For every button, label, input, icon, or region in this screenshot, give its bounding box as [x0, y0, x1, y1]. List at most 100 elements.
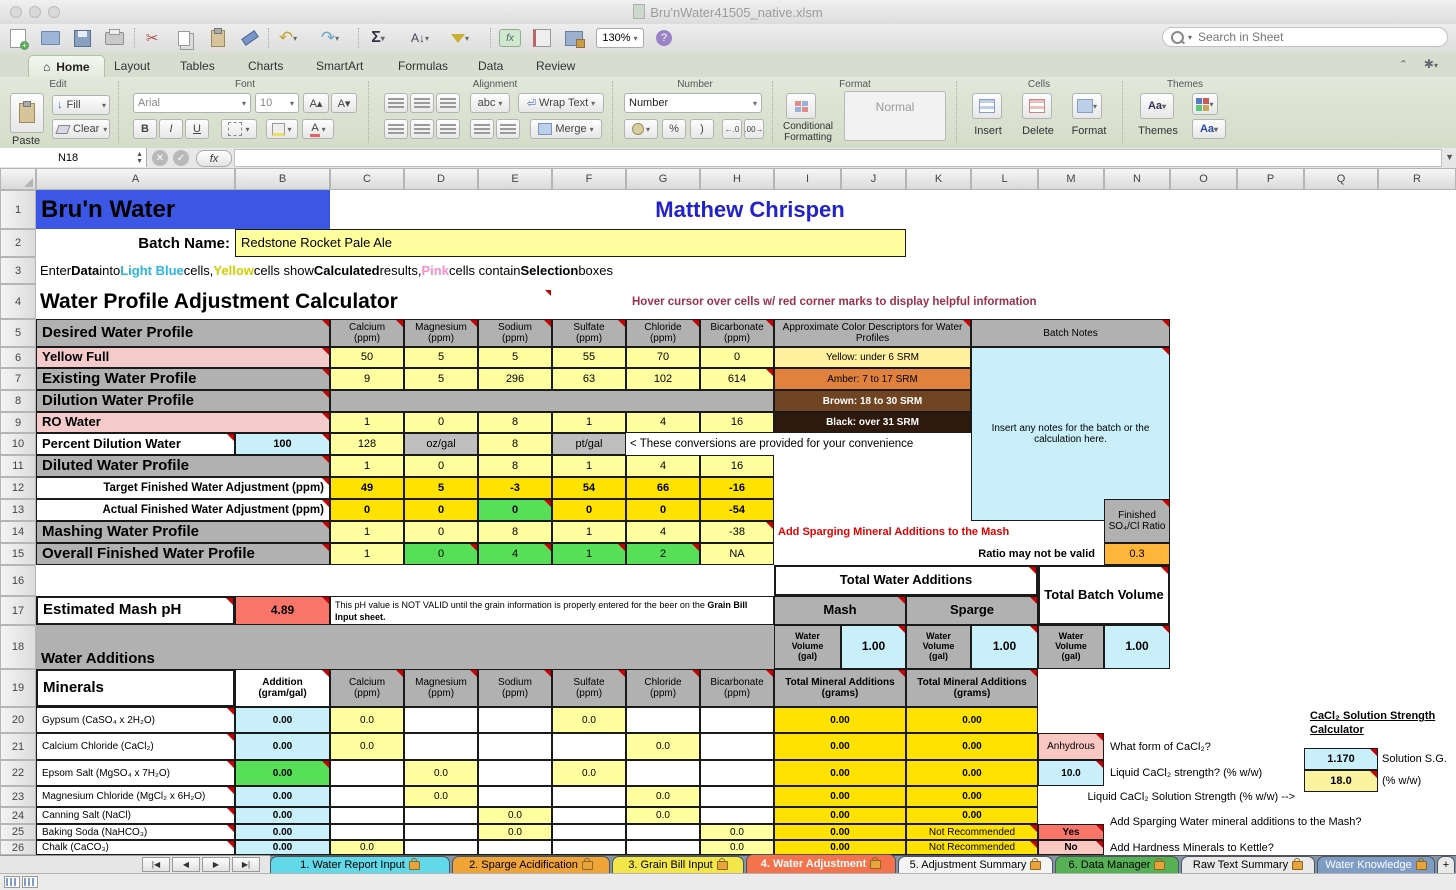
increase-font-icon[interactable]: A▴: [303, 93, 329, 113]
insert-cells-button[interactable]: [972, 93, 1002, 119]
column-header-h[interactable]: H: [700, 168, 774, 190]
font-size-select[interactable]: 10▾: [255, 93, 299, 113]
column-header-i[interactable]: I: [774, 168, 841, 190]
new-document-icon[interactable]: +: [6, 27, 30, 49]
insert-function-icon[interactable]: fx: [196, 150, 232, 167]
last-sheet-icon[interactable]: ▶|: [232, 857, 260, 872]
collapse-ribbon-icon[interactable]: ⌃: [1399, 58, 1408, 71]
gear-icon[interactable]: ✱▾: [1424, 57, 1438, 71]
column-header-g[interactable]: G: [626, 168, 700, 190]
autosum-icon[interactable]: Σ▾: [366, 27, 390, 49]
column-header-f[interactable]: F: [552, 168, 626, 190]
row-header[interactable]: 7: [0, 368, 36, 390]
column-header-l[interactable]: L: [971, 168, 1038, 190]
mineral-addition-input[interactable]: 0.00: [235, 786, 330, 807]
mash-volume-input[interactable]: 1.00: [841, 625, 906, 669]
row-header[interactable]: 22: [0, 760, 36, 786]
next-sheet-icon[interactable]: ▶: [202, 857, 230, 872]
format-cells-button[interactable]: ▾: [1072, 93, 1102, 119]
decrease-decimal-icon[interactable]: .00→: [744, 119, 764, 139]
desired-profile-select[interactable]: Yellow Full: [36, 347, 330, 368]
page-layout-view-icon[interactable]: [22, 876, 38, 888]
decrease-indent-icon[interactable]: [470, 119, 494, 139]
styles-gallery[interactable]: Normal: [844, 91, 946, 141]
column-header-e[interactable]: E: [478, 168, 552, 190]
clear-button[interactable]: Clear▾: [52, 119, 110, 139]
orientation-button[interactable]: abc▾: [470, 93, 510, 113]
first-sheet-icon[interactable]: |◀: [142, 857, 170, 872]
open-icon[interactable]: [38, 27, 62, 49]
font-family-select[interactable]: Arial▾: [133, 93, 251, 113]
sheet-tab-water-knowledge[interactable]: Water Knowledge: [1317, 856, 1435, 873]
tab-layout[interactable]: Layout: [100, 55, 164, 77]
row-header[interactable]: 20: [0, 707, 36, 733]
row-header[interactable]: 14: [0, 521, 36, 543]
sparge-to-mash-select[interactable]: Yes: [1038, 824, 1104, 840]
row-header[interactable]: 11: [0, 455, 36, 477]
align-right-icon[interactable]: [436, 119, 460, 139]
mineral-addition-input[interactable]: 0.00: [235, 733, 330, 760]
font-color-button[interactable]: A▾: [302, 119, 334, 139]
column-header-m[interactable]: M: [1038, 168, 1104, 190]
confirm-entry-icon[interactable]: ✓: [173, 150, 189, 166]
mineral-addition-input[interactable]: 0.00: [235, 840, 330, 855]
row-header[interactable]: 16: [0, 565, 36, 596]
delete-cells-button[interactable]: [1022, 93, 1052, 119]
theme-colors-button[interactable]: ▾: [1192, 93, 1218, 115]
copy-icon[interactable]: [172, 27, 196, 49]
tab-tables[interactable]: Tables: [166, 55, 229, 77]
cacl2-strength-input[interactable]: 10.0: [1038, 760, 1104, 786]
column-header-j[interactable]: J: [841, 168, 906, 190]
notebook-icon[interactable]: [530, 27, 554, 49]
merge-button[interactable]: Merge▾: [530, 119, 602, 139]
column-header-p[interactable]: P: [1237, 168, 1304, 190]
batch-notes-input[interactable]: Insert any notes for the batch or the ca…: [971, 347, 1170, 521]
cut-icon[interactable]: ✂: [140, 27, 164, 49]
column-header-k[interactable]: K: [906, 168, 971, 190]
mineral-addition-input[interactable]: 0.00: [235, 807, 330, 824]
mineral-addition-input[interactable]: 0.00: [235, 707, 330, 733]
tab-formulas[interactable]: Formulas: [384, 55, 462, 77]
fill-button[interactable]: ↓Fill▾: [52, 95, 110, 115]
row-header[interactable]: 1: [0, 190, 36, 229]
row-header[interactable]: 4: [0, 284, 36, 319]
formula-input[interactable]: [234, 149, 1442, 167]
row-header[interactable]: 21: [0, 733, 36, 760]
row-header[interactable]: 9: [0, 412, 36, 433]
row-header[interactable]: 15: [0, 543, 36, 565]
cacl2-form-select[interactable]: Anhydrous: [1038, 733, 1104, 760]
column-header-q[interactable]: Q: [1304, 168, 1378, 190]
select-all-corner[interactable]: [0, 168, 36, 190]
cacl2-sg-value[interactable]: 1.170: [1304, 748, 1378, 770]
sheet-tab-water-report-input[interactable]: 1. Water Report Input: [270, 856, 450, 873]
column-header-a[interactable]: A: [36, 168, 235, 190]
row-header[interactable]: 6: [0, 347, 36, 368]
borders-button[interactable]: ▾: [221, 119, 257, 139]
formula-bar-chevron-icon[interactable]: ▼: [1445, 152, 1454, 162]
italic-button[interactable]: I: [159, 119, 183, 139]
column-header-b[interactable]: B: [235, 168, 330, 190]
name-box-stepper[interactable]: ▲▼: [136, 151, 146, 165]
prev-sheet-icon[interactable]: ◀: [172, 857, 200, 872]
row-header[interactable]: 23: [0, 786, 36, 807]
column-header-r[interactable]: R: [1378, 168, 1456, 190]
name-box[interactable]: N18 ▲▼: [0, 148, 147, 167]
wrap-text-button[interactable]: ⏎Wrap Text▾: [518, 93, 604, 113]
row-header[interactable]: 10: [0, 433, 36, 455]
bold-button[interactable]: B: [133, 119, 157, 139]
tab-charts[interactable]: Charts: [234, 55, 297, 77]
mineral-addition-input[interactable]: 0.00: [235, 824, 330, 840]
column-header-n[interactable]: N: [1104, 168, 1170, 190]
row-header[interactable]: 25: [0, 824, 36, 840]
fill-color-button[interactable]: ▾: [266, 119, 298, 139]
sparge-volume-input[interactable]: 1.00: [971, 625, 1038, 669]
kettle-minerals-select[interactable]: No: [1038, 840, 1104, 855]
tab-home[interactable]: ⌂Home: [28, 55, 105, 78]
underline-button[interactable]: U: [185, 119, 209, 139]
row-header[interactable]: 19: [0, 669, 36, 707]
print-icon[interactable]: [102, 27, 126, 49]
align-center-icon[interactable]: [410, 119, 434, 139]
column-header-d[interactable]: D: [404, 168, 478, 190]
search-input[interactable]: [1196, 29, 1439, 45]
theme-fonts-button[interactable]: Aa▾: [1192, 119, 1226, 139]
